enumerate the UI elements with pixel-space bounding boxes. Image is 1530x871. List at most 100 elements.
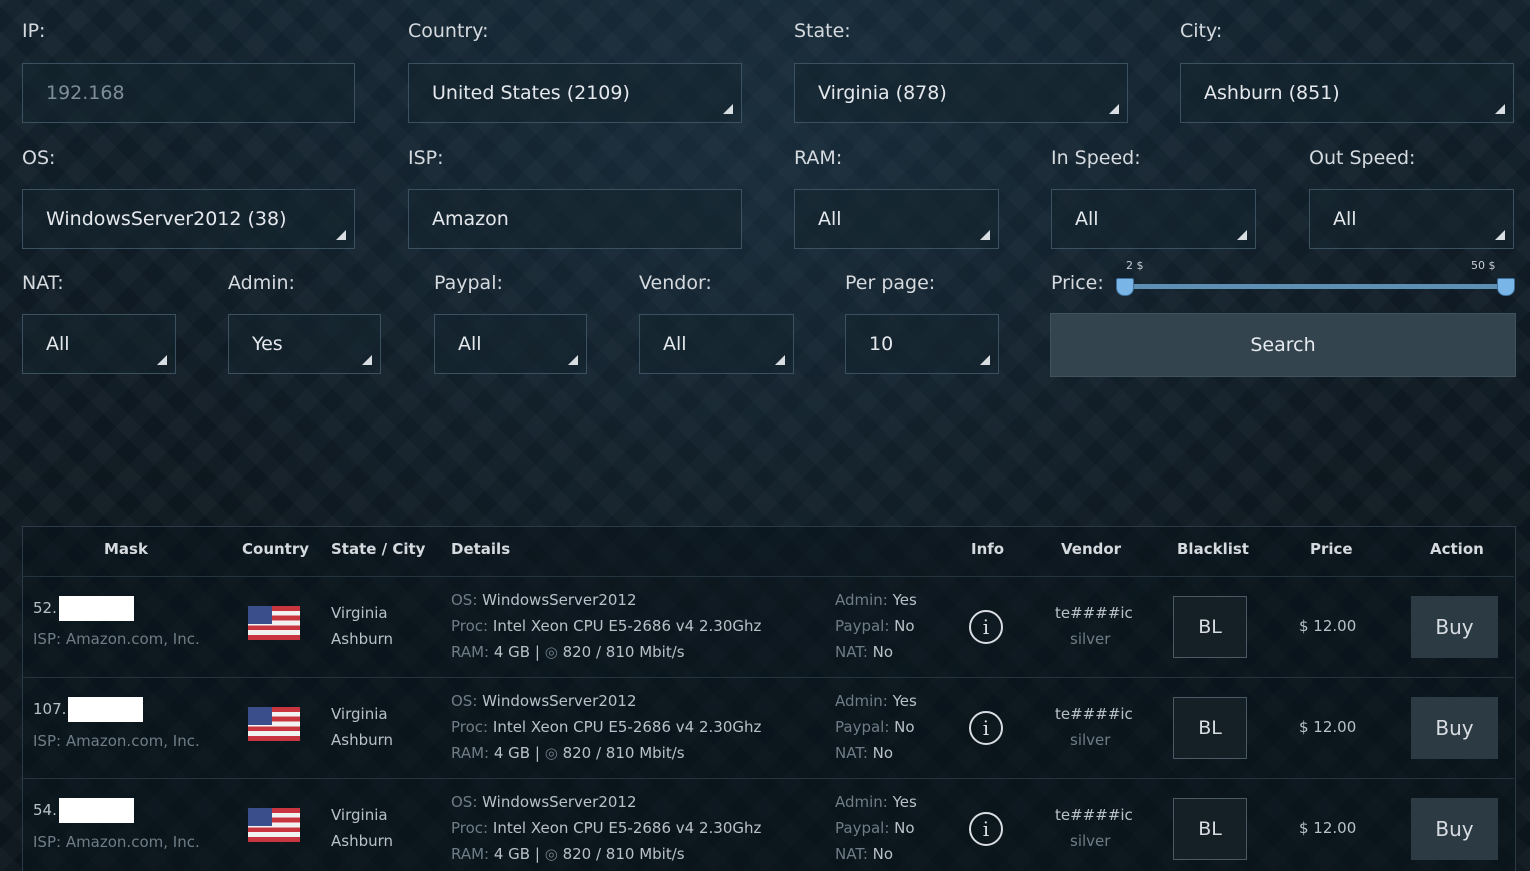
nat-value: No — [872, 643, 894, 661]
us-flag-icon — [248, 707, 300, 741]
price-slider-track[interactable] — [1123, 284, 1506, 289]
country-select[interactable]: United States (2109) — [408, 63, 742, 123]
detail-os: OS: WindowsServer2012 — [451, 692, 637, 710]
os-key: OS: — [451, 591, 478, 609]
detail-os: OS: WindowsServer2012 — [451, 591, 637, 609]
mask-prefix: 54. — [33, 801, 57, 819]
vendor-name: te####ic — [1055, 806, 1133, 824]
info-icon[interactable]: i — [969, 711, 1003, 745]
detail-paypal: Paypal: No — [835, 718, 915, 736]
vendor-select[interactable]: All — [639, 314, 794, 374]
admin-select-value: Yes — [252, 333, 283, 355]
header-info: Info — [971, 540, 1005, 558]
header-blacklist: Blacklist — [1177, 540, 1249, 558]
os-key: OS: — [451, 793, 478, 811]
os-label: OS: — [22, 147, 56, 169]
dropdown-caret-icon — [568, 355, 578, 365]
paypal-key: Paypal: — [835, 617, 890, 635]
out-speed-select[interactable]: All — [1309, 189, 1514, 249]
info-icon[interactable]: i — [969, 610, 1003, 644]
header-details: Details — [451, 540, 511, 558]
info-icon[interactable]: i — [969, 812, 1003, 846]
paypal-select[interactable]: All — [434, 314, 587, 374]
mask-redaction — [68, 697, 144, 722]
dropdown-caret-icon — [1109, 104, 1119, 114]
admin-select[interactable]: Yes — [228, 314, 381, 374]
detail-paypal: Paypal: No — [835, 819, 915, 837]
price-max-handle[interactable] — [1497, 278, 1515, 296]
isp-text: ISP: Amazon.com, Inc. — [33, 630, 200, 648]
speed-value: 820 / 810 Mbit/s — [562, 643, 685, 661]
speed-icon: ◎ — [544, 845, 558, 863]
proc-value: Intel Xeon CPU E5-2686 v4 2.30Ghz — [492, 617, 762, 635]
blacklist-button[interactable]: BL — [1173, 596, 1247, 658]
nat-value: No — [872, 845, 894, 863]
header-price: Price — [1310, 540, 1353, 558]
admin-label: Admin: — [228, 272, 295, 294]
mask-redaction — [58, 596, 134, 621]
state-select[interactable]: Virginia (878) — [794, 63, 1128, 123]
nat-value: No — [872, 744, 894, 762]
paypal-select-value: All — [458, 333, 482, 355]
price-text: $ 12.00 — [1299, 617, 1357, 635]
paypal-key: Paypal: — [835, 718, 890, 736]
ram-value: 4 GB | — [493, 643, 540, 661]
admin-key: Admin: — [835, 793, 888, 811]
detail-proc: Proc: Intel Xeon CPU E5-2686 v4 2.30Ghz — [451, 819, 761, 837]
nat-label: NAT: — [22, 272, 64, 294]
os-select-value: WindowsServer2012 (38) — [46, 208, 287, 230]
dropdown-caret-icon — [362, 355, 372, 365]
city-text: Ashburn — [331, 630, 394, 648]
mask-cell: 52. — [33, 596, 134, 621]
paypal-key: Paypal: — [835, 819, 890, 837]
in-speed-select[interactable]: All — [1051, 189, 1256, 249]
admin-value: Yes — [892, 692, 917, 710]
mask-prefix: 52. — [33, 599, 57, 617]
city-text: Ashburn — [331, 731, 394, 749]
paypal-value: No — [894, 617, 915, 635]
price-text: $ 12.00 — [1299, 718, 1357, 736]
city-text: Ashburn — [331, 832, 394, 850]
header-vendor: Vendor — [1061, 540, 1122, 558]
detail-paypal: Paypal: No — [835, 617, 915, 635]
proc-key: Proc: — [451, 819, 489, 837]
blacklist-button[interactable]: BL — [1173, 697, 1247, 759]
paypal-value: No — [894, 819, 915, 837]
buy-button[interactable]: Buy — [1411, 596, 1498, 658]
vendor-level: silver — [1070, 832, 1111, 850]
vendor-select-value: All — [663, 333, 687, 355]
buy-button[interactable]: Buy — [1411, 697, 1498, 759]
price-min-handle[interactable] — [1116, 278, 1134, 296]
state-label: State: — [794, 20, 851, 42]
in-speed-select-value: All — [1075, 208, 1099, 230]
buy-button[interactable]: Buy — [1411, 798, 1498, 860]
ram-select-value: All — [818, 208, 842, 230]
isp-label: ISP: — [408, 147, 444, 169]
country-select-value: United States (2109) — [432, 82, 630, 104]
dropdown-caret-icon — [1495, 104, 1505, 114]
admin-key: Admin: — [835, 591, 888, 609]
dropdown-caret-icon — [1237, 230, 1247, 240]
detail-proc: Proc: Intel Xeon CPU E5-2686 v4 2.30Ghz — [451, 718, 761, 736]
ram-label: RAM: — [794, 147, 843, 169]
proc-key: Proc: — [451, 718, 489, 736]
ram-key: RAM: — [451, 744, 490, 762]
search-button[interactable]: Search — [1050, 313, 1516, 377]
city-select[interactable]: Ashburn (851) — [1180, 63, 1514, 123]
per-page-select-value: 10 — [869, 333, 894, 355]
ip-input[interactable]: 192.168 — [22, 63, 355, 123]
os-key: OS: — [451, 692, 478, 710]
city-label: City: — [1180, 20, 1223, 42]
os-select[interactable]: WindowsServer2012 (38) — [22, 189, 355, 249]
header-country: Country — [242, 540, 310, 558]
admin-key: Admin: — [835, 692, 888, 710]
ram-select[interactable]: All — [794, 189, 999, 249]
country-label: Country: — [408, 20, 489, 42]
blacklist-button[interactable]: BL — [1173, 798, 1247, 860]
row-divider — [22, 778, 1514, 779]
per-page-select[interactable]: 10 — [845, 314, 999, 374]
nat-select[interactable]: All — [22, 314, 176, 374]
isp-input[interactable]: Amazon — [408, 189, 742, 249]
nat-key: NAT: — [835, 744, 868, 762]
detail-admin: Admin: Yes — [835, 692, 917, 710]
